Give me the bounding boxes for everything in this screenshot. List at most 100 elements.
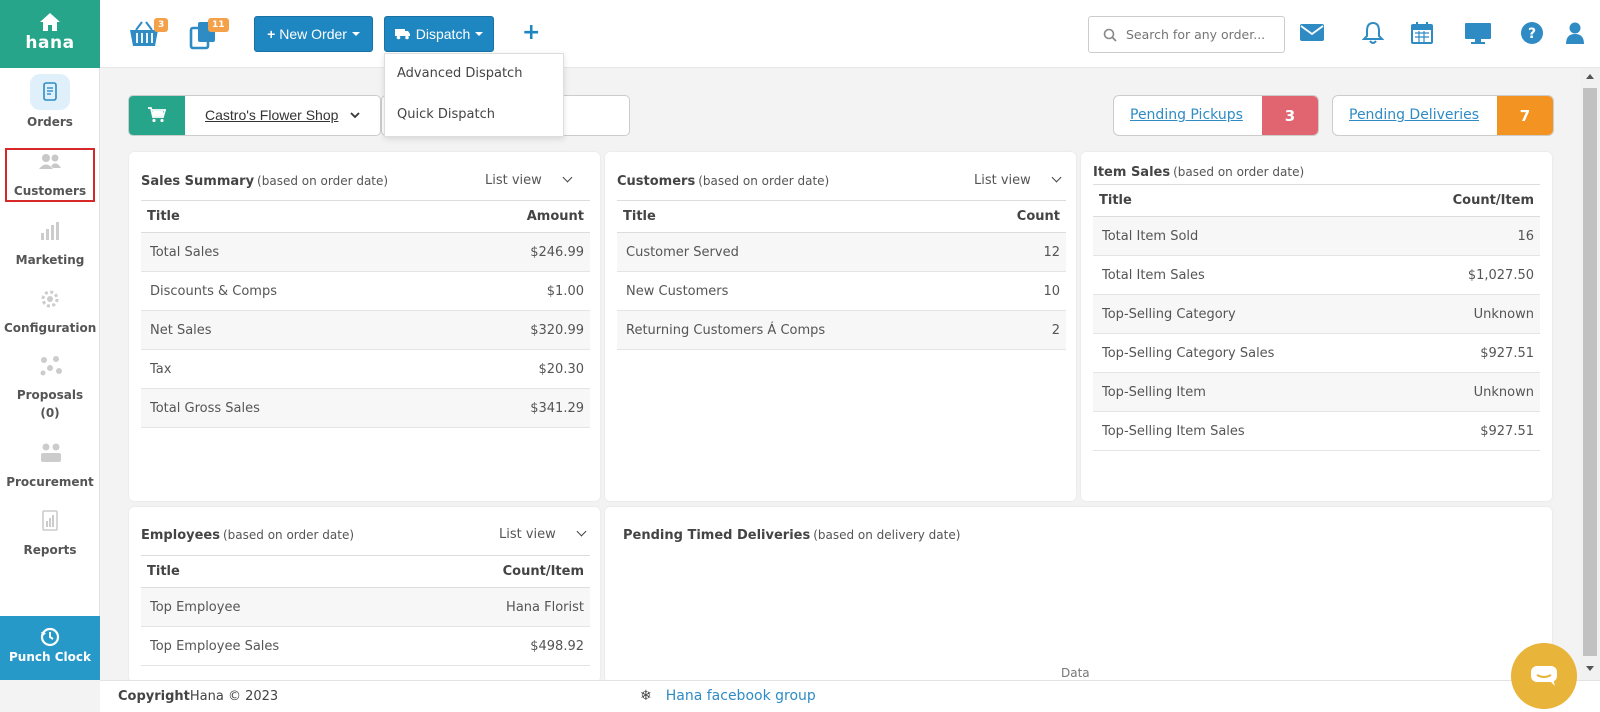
chevron-down-icon: [1051, 172, 1062, 183]
facebook-group-label: Hana facebook group: [665, 688, 816, 704]
scroll-down-icon[interactable]: [1586, 666, 1594, 671]
new-order-button[interactable]: + New Order: [254, 16, 373, 52]
card-subtitle: (based on order date): [1173, 165, 1305, 179]
punch-clock-button[interactable]: Punch Clock: [0, 616, 100, 680]
clock-icon: [40, 627, 60, 647]
pending-pickups-button[interactable]: Pending Pickups 3: [1113, 95, 1319, 136]
card-subtitle: (based on delivery date): [813, 528, 961, 542]
search-box[interactable]: [1088, 16, 1285, 53]
sidebar-item-marketing[interactable]: Marketing: [4, 218, 96, 269]
chat-widget-button[interactable]: [1511, 643, 1577, 709]
row-value: 10: [973, 271, 1066, 311]
add-tab-button[interactable]: +: [522, 20, 540, 45]
cart-icon-box: [129, 96, 185, 135]
row-value: $246.99: [442, 232, 590, 272]
chevron-down-icon: [562, 172, 573, 183]
cart-icon: [148, 107, 166, 123]
notifications-button[interactable]: [1361, 21, 1385, 49]
help-button[interactable]: ?: [1520, 21, 1544, 49]
table-row: Total Item Sold 16: [1093, 216, 1540, 256]
facebook-group-link[interactable]: ❄ Hana facebook group: [640, 688, 816, 704]
display-button[interactable]: [1464, 21, 1492, 49]
plus-icon: +: [267, 26, 276, 42]
marketing-icon: [30, 218, 70, 248]
table-row: Tax $20.30: [141, 349, 590, 389]
sidebar-item-label: Marketing: [15, 253, 85, 267]
sidebar-item-configuration[interactable]: Configuration: [4, 286, 96, 337]
table-row: Top Employee Hana Florist: [141, 587, 590, 627]
list-view-label: List view: [485, 173, 542, 188]
table-row: Customer Served 12: [617, 232, 1066, 272]
sidebar-item-reports[interactable]: Reports: [4, 508, 96, 559]
table-row: Total Item Sales $1,027.50: [1093, 255, 1540, 295]
pending-deliveries-button[interactable]: Pending Deliveries 7: [1332, 95, 1554, 136]
list-view-dropdown[interactable]: List view: [485, 172, 573, 188]
card-title: Pending Timed Deliveries (based on delive…: [623, 528, 960, 543]
chevron-down-icon: [350, 112, 360, 119]
profile-button[interactable]: [1565, 21, 1585, 49]
card-title-text: Sales Summary: [141, 174, 255, 189]
row-value: $341.29: [442, 388, 590, 428]
list-view-dropdown[interactable]: List view: [499, 526, 587, 542]
bell-icon: [1361, 21, 1385, 44]
card-title: Employees (based on order date): [141, 528, 354, 543]
sidebar-item-orders[interactable]: Orders: [4, 74, 96, 131]
row-title: Returning Customers Á Comps: [617, 310, 974, 350]
menu-item-quick-dispatch[interactable]: Quick Dispatch: [397, 107, 495, 122]
customers-icon: [30, 150, 70, 178]
row-title: Total Item Sales: [1093, 255, 1392, 295]
sidebar-item-proposals[interactable]: Proposals (0): [4, 353, 96, 422]
search-icon: [1103, 28, 1117, 42]
dispatch-menu: Advanced Dispatch Quick Dispatch: [384, 53, 564, 137]
row-value: 2: [973, 310, 1066, 350]
row-title: Total Item Sold: [1093, 216, 1392, 256]
row-title: Top Employee: [141, 587, 414, 627]
row-value: $20.30: [442, 349, 590, 389]
search-input[interactable]: [1126, 27, 1276, 42]
row-value: $320.99: [442, 310, 590, 350]
table-row: Top Employee Sales $498.92: [141, 626, 590, 666]
scroll-thumb[interactable]: [1583, 88, 1597, 656]
shop-selector[interactable]: Castro's Flower Shop: [128, 95, 381, 136]
row-value: 16: [1391, 216, 1540, 256]
basket-button[interactable]: 3: [128, 18, 169, 54]
list-view-label: List view: [499, 527, 556, 542]
card-subtitle: (based on order date): [222, 528, 355, 542]
dispatch-label: Dispatch: [415, 26, 471, 42]
column-header: Title: [141, 555, 414, 588]
table-row: Top-Selling Item Unknown: [1093, 372, 1540, 412]
card-title: Item Sales (based on order date): [1093, 165, 1304, 180]
hana-logo[interactable]: hana: [0, 0, 100, 68]
chevron-down-icon: [576, 526, 587, 537]
list-view-dropdown[interactable]: List view: [974, 172, 1062, 188]
calendar-button[interactable]: [1410, 21, 1434, 49]
mail-button[interactable]: [1299, 21, 1325, 47]
sidebar-item-procurement[interactable]: Procurement: [4, 440, 96, 491]
menu-item-advanced-dispatch[interactable]: Advanced Dispatch: [397, 66, 522, 81]
row-value: 12: [973, 232, 1066, 272]
row-value: $927.51: [1391, 411, 1540, 451]
page-scrollbar[interactable]: [1580, 68, 1600, 680]
sidebar-item-label: Procurement: [6, 475, 94, 489]
table-row: Top-Selling Category Sales $927.51: [1093, 333, 1540, 373]
proposals-icon: [30, 353, 70, 383]
orders-copy-button[interactable]: 11: [188, 18, 229, 54]
shop-name: Castro's Flower Shop: [205, 107, 339, 123]
copyright-text: Hana © 2023: [189, 689, 279, 704]
monitor-icon: [1465, 23, 1491, 44]
scroll-up-icon[interactable]: [1586, 74, 1594, 79]
card-subtitle: (based on order date): [698, 174, 830, 188]
sidebar-item-label: Orders: [27, 115, 73, 129]
copyright: CopyrightHana © 2023: [118, 689, 278, 704]
row-title: Top-Selling Item: [1093, 372, 1392, 412]
row-title: Total Sales: [141, 232, 443, 272]
sidebar-item-label: Configuration: [4, 321, 97, 335]
chat-icon: [1531, 666, 1557, 686]
basket-badge: 3: [154, 18, 169, 32]
dispatch-button[interactable]: Dispatch: [384, 16, 494, 52]
table-row: Discounts & Comps $1.00: [141, 271, 590, 311]
row-title: Total Gross Sales: [141, 388, 443, 428]
card-title-text: Pending Timed Deliveries: [623, 528, 811, 543]
sidebar-item-customers[interactable]: Customers: [5, 148, 95, 202]
column-header: Count: [973, 200, 1066, 233]
